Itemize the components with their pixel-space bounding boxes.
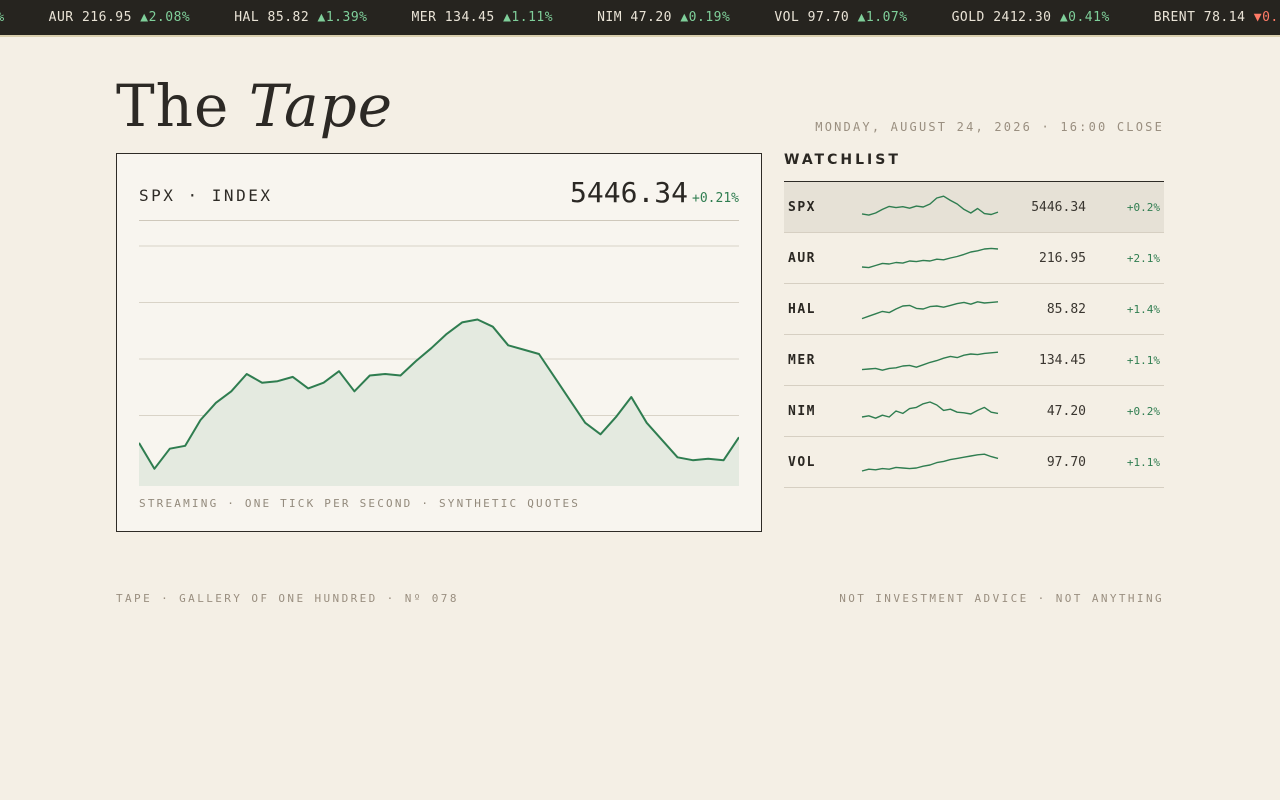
ticker-symbol: MER xyxy=(411,10,437,25)
watchlist-price: 47.20 xyxy=(1046,404,1086,419)
footer-left: TAPE · GALLERY OF ONE HUNDRED · Nº 078 xyxy=(116,592,459,605)
watchlist-price: 97.70 xyxy=(1046,455,1086,470)
watchlist-sparkline xyxy=(861,195,999,216)
watchlist-symbol: HAL xyxy=(788,302,816,317)
main-chart-card: SPX · INDEX 5446.34 +0.21% STREAMING · O… xyxy=(116,153,762,532)
ticker-price: 85.82 xyxy=(267,10,310,25)
title-plain: The xyxy=(116,72,230,140)
spx-area-chart xyxy=(139,245,739,486)
watchlist-symbol: NIM xyxy=(788,404,816,419)
ticker-change-down: ▼0. xyxy=(1254,10,1279,25)
dateline: MONDAY, AUGUST 24, 2026 · 16:00 CLOSE xyxy=(815,120,1164,134)
ticker-change-up: ▲0.41% xyxy=(1060,10,1110,25)
page-title: The Tape xyxy=(116,70,393,142)
ticker-item: 1% xyxy=(0,10,5,25)
ticker-item: AUR 216.95 ▲2.08% xyxy=(49,10,191,25)
ticker-price: 78.14 xyxy=(1203,10,1246,25)
watchlist-row-hal[interactable]: HAL 85.82 +1.4% xyxy=(784,284,1164,335)
watchlist-change: +1.1% xyxy=(1126,456,1160,469)
watchlist-price: 5446.34 xyxy=(1031,200,1086,215)
footer-right: NOT INVESTMENT ADVICE · NOT ANYTHING xyxy=(839,592,1164,605)
ticker-symbol: NIM xyxy=(597,10,623,25)
watchlist-row-nim[interactable]: NIM 47.20 +0.2% xyxy=(784,386,1164,437)
sparkline-path xyxy=(861,453,999,472)
ticker-item: NIM 47.20 ▲0.19% xyxy=(597,10,730,25)
watchlist: SPX 5446.34 +0.2% AUR 216.95 +2.1% HAL 85.82 +1.… xyxy=(784,181,1164,488)
sparkline-path xyxy=(861,195,999,216)
sparkline-path xyxy=(861,247,999,269)
chart-footnote: STREAMING · ONE TICK PER SECOND · SYNTHE… xyxy=(139,497,581,510)
up-arrow-icon: ▲ xyxy=(680,10,689,25)
watchlist-price: 134.45 xyxy=(1039,353,1086,368)
sparkline-path xyxy=(861,401,999,419)
ticker-price: 97.70 xyxy=(807,10,850,25)
title-italic: Tape xyxy=(248,72,394,140)
ticker-change-value: 0. xyxy=(1262,10,1279,25)
chart-price: 5446.34 xyxy=(570,176,689,209)
ticker-change-value: 0.41% xyxy=(1068,10,1110,25)
ticker-item: HAL 85.82 ▲1.39% xyxy=(234,10,367,25)
ticker-change-value: 0.19% xyxy=(688,10,731,25)
watchlist-change: +0.2% xyxy=(1126,201,1160,214)
up-arrow-icon: ▲ xyxy=(317,10,326,25)
ticker-track: 1%AUR 216.95 ▲2.08%HAL 85.82 ▲1.39%MER 1… xyxy=(0,0,1280,35)
chart-header: SPX · INDEX 5446.34 +0.21% xyxy=(139,174,739,221)
watchlist-sparkline xyxy=(861,453,999,472)
watchlist-change: +0.2% xyxy=(1126,405,1160,418)
ticker-symbol: HAL xyxy=(234,10,260,25)
watchlist-row-aur[interactable]: AUR 216.95 +2.1% xyxy=(784,233,1164,284)
watchlist-price: 85.82 xyxy=(1046,302,1086,317)
ticker-change-value: 2.08% xyxy=(148,10,191,25)
watchlist-symbol: MER xyxy=(788,353,816,368)
ticker-change-up: 1% xyxy=(0,10,5,25)
chart-symbol-label: SPX · INDEX xyxy=(139,186,273,205)
watchlist-change: +1.1% xyxy=(1126,354,1160,367)
ticker-change-up: ▲2.08% xyxy=(140,10,190,25)
ticker-symbol: BRENT xyxy=(1153,10,1196,25)
ticker-item: MER 134.45 ▲1.11% xyxy=(411,10,553,25)
up-arrow-icon: ▲ xyxy=(140,10,149,25)
chart-area-fill xyxy=(139,319,739,486)
watchlist-row-vol[interactable]: VOL 97.70 +1.1% xyxy=(784,437,1164,488)
watchlist-row-spx[interactable]: SPX 5446.34 +0.2% xyxy=(784,182,1164,233)
chart-price-block: 5446.34 +0.21% xyxy=(570,176,739,209)
ticker-item: VOL 97.70 ▲1.07% xyxy=(774,10,907,25)
watchlist-change: +2.1% xyxy=(1126,252,1160,265)
up-arrow-icon: ▲ xyxy=(857,10,866,25)
ticker-item: GOLD 2412.30 ▲0.41% xyxy=(952,10,1110,25)
ticker-change-up: ▲1.39% xyxy=(318,10,368,25)
ticker-price: 134.45 xyxy=(444,10,495,25)
ticker-symbol: AUR xyxy=(48,10,74,25)
watchlist-symbol: SPX xyxy=(788,200,816,215)
watchlist-symbol: AUR xyxy=(788,251,816,266)
ticker-symbol: GOLD xyxy=(951,10,985,25)
ticker-change-value: 1.07% xyxy=(865,10,908,25)
ticker-item: BRENT 78.14 ▼0. xyxy=(1154,10,1279,25)
ticker-change-up: ▲0.19% xyxy=(680,10,730,25)
down-arrow-icon: ▼ xyxy=(1253,10,1263,25)
ticker-price: 2412.30 xyxy=(993,10,1052,25)
watchlist-symbol: VOL xyxy=(788,455,816,470)
watchlist-sparkline xyxy=(861,351,999,371)
ticker-bar: 1%AUR 216.95 ▲2.08%HAL 85.82 ▲1.39%MER 1… xyxy=(0,0,1280,37)
sparkline-path xyxy=(861,351,999,371)
ticker-price: 47.20 xyxy=(630,10,673,25)
chart-change: +0.21% xyxy=(692,191,739,206)
watchlist-sparkline xyxy=(861,301,999,320)
ticker-change-up: ▲1.11% xyxy=(503,10,553,25)
up-arrow-icon: ▲ xyxy=(1059,10,1069,25)
watchlist-change: +1.4% xyxy=(1126,303,1160,316)
sparkline-path xyxy=(861,301,999,320)
ticker-change-value: 1.39% xyxy=(325,10,368,25)
watchlist-sparkline xyxy=(861,401,999,419)
ticker-change-value: 1% xyxy=(0,10,5,25)
ticker-symbol: VOL xyxy=(774,10,800,25)
ticker-change-value: 1.11% xyxy=(511,10,554,25)
watchlist-title: WATCHLIST xyxy=(784,152,901,168)
watchlist-sparkline xyxy=(861,247,999,269)
ticker-price: 216.95 xyxy=(81,10,132,25)
watchlist-price: 216.95 xyxy=(1039,251,1086,266)
ticker-change-up: ▲1.07% xyxy=(858,10,908,25)
watchlist-row-mer[interactable]: MER 134.45 +1.1% xyxy=(784,335,1164,386)
